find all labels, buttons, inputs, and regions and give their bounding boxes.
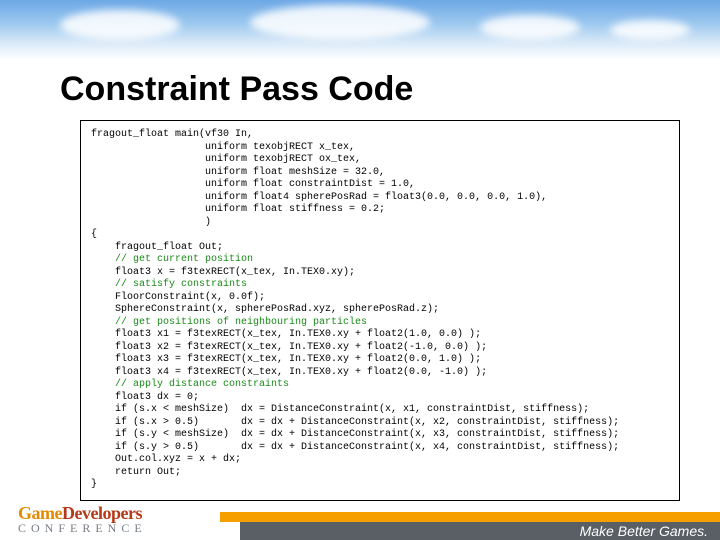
slide-footer: Make Better Games. GameDevelopers CONFER… xyxy=(0,498,720,540)
sky-background xyxy=(0,0,720,60)
grey-bar: Make Better Games. xyxy=(240,522,720,540)
cloud-decoration xyxy=(60,10,180,40)
cloud-decoration xyxy=(610,20,690,40)
orange-bar xyxy=(220,512,720,522)
footer-tagline: Make Better Games. xyxy=(580,523,708,539)
logo-bottom-line: CONFERENCE xyxy=(18,521,147,536)
slide-title: Constraint Pass Code xyxy=(60,70,413,109)
gdc-logo: GameDevelopers CONFERENCE xyxy=(18,503,147,536)
cloud-decoration xyxy=(480,15,580,40)
code-content: fragout_float main(vf30 In, uniform texo… xyxy=(91,129,669,492)
code-block: fragout_float main(vf30 In, uniform texo… xyxy=(80,120,680,501)
cloud-decoration xyxy=(250,5,430,40)
